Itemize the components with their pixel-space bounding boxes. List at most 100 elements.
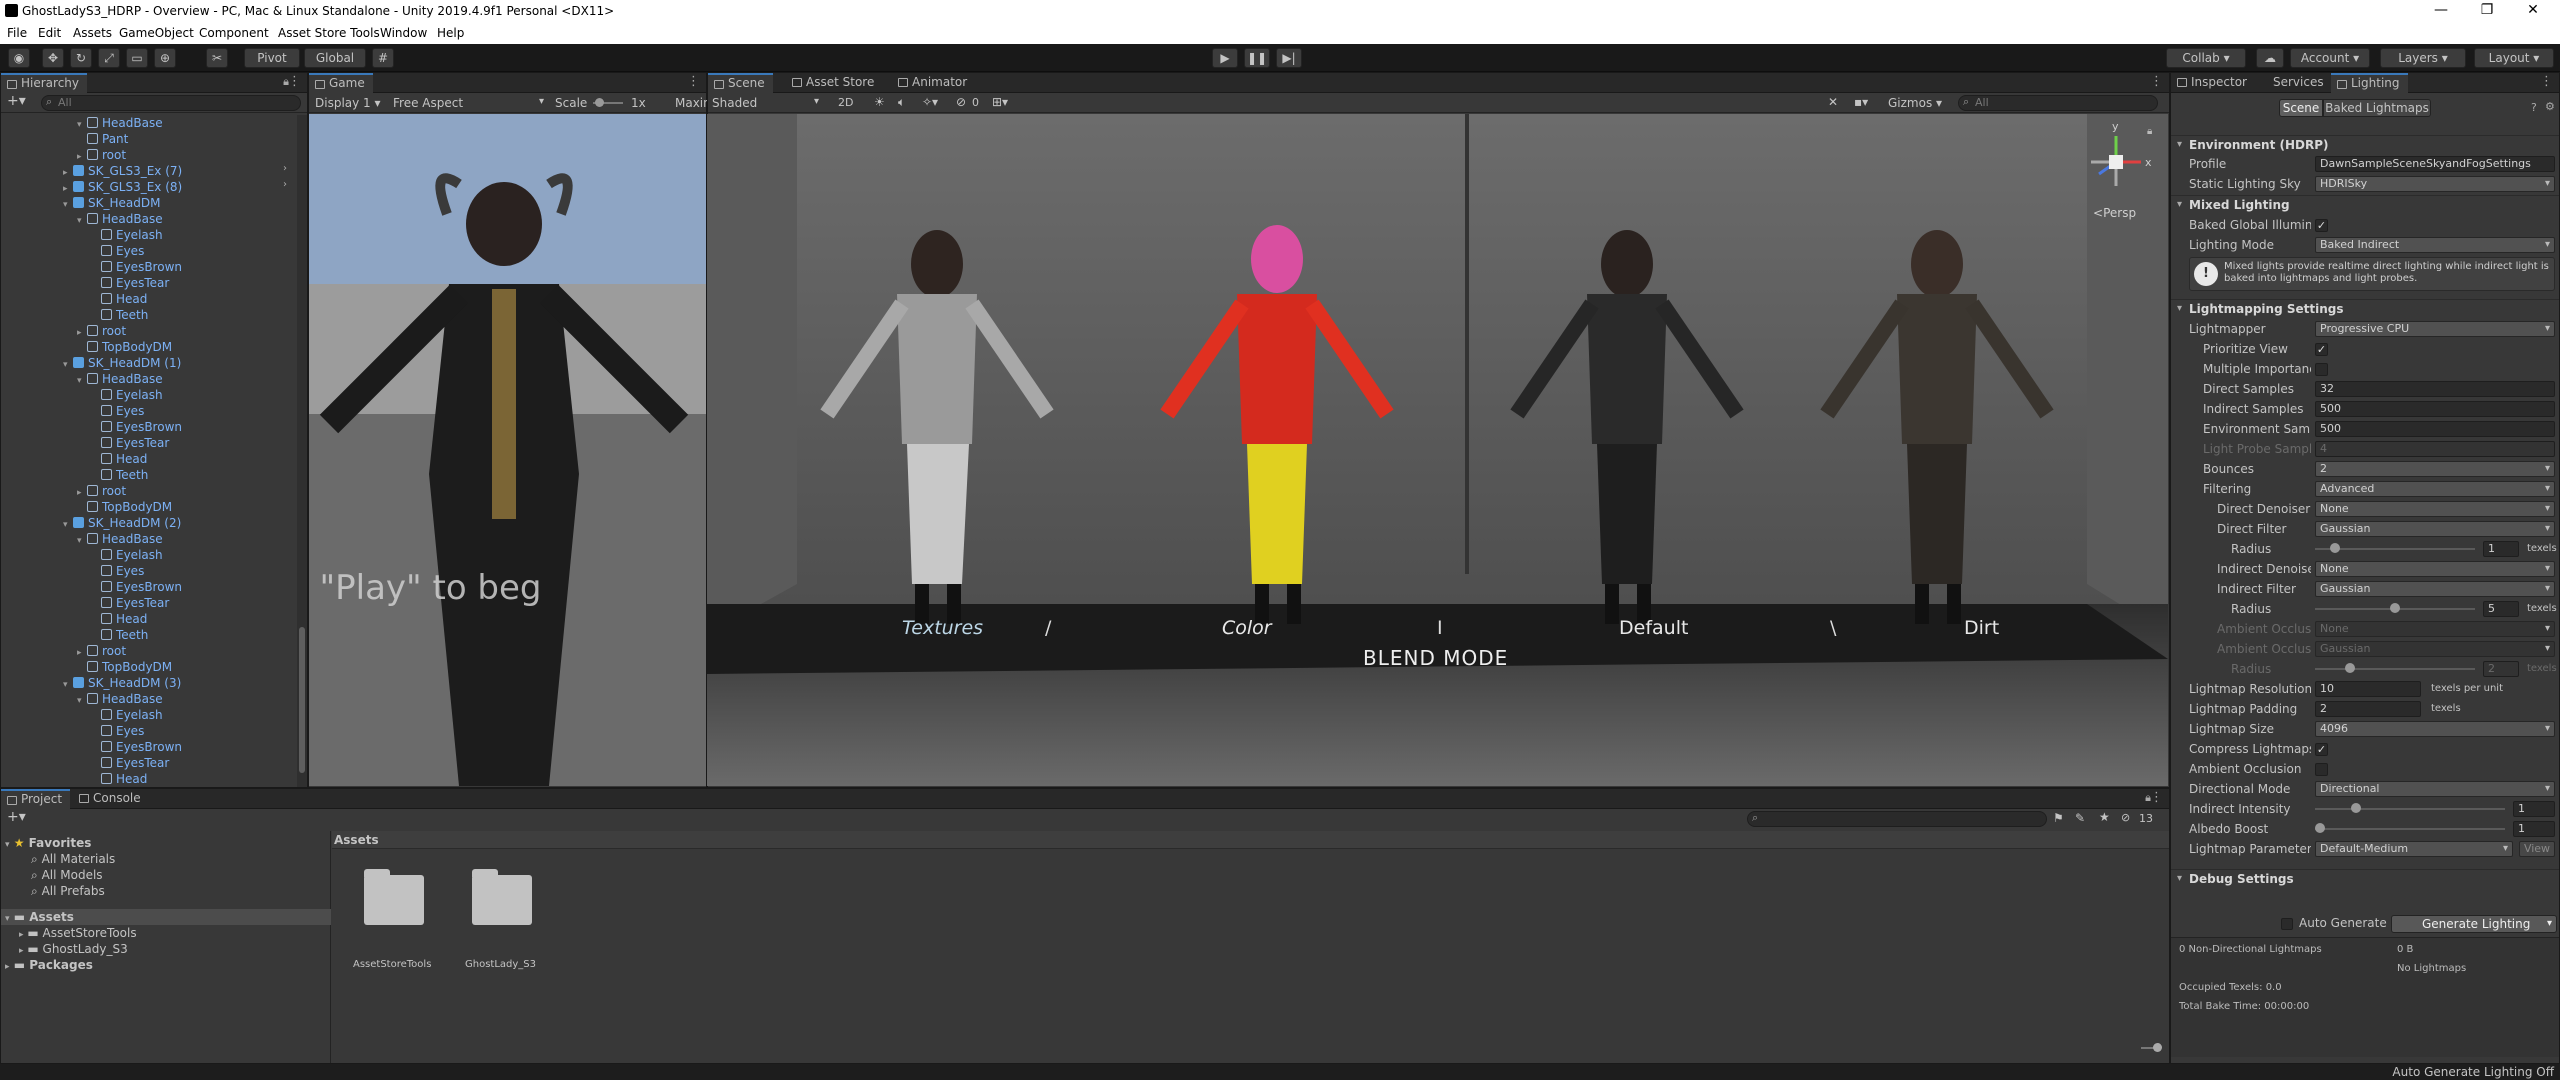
shading-chevron-icon[interactable]: ▾ <box>814 96 819 107</box>
setting-dropdown[interactable]: 2 <box>2315 461 2555 477</box>
collab-dropdown[interactable]: Collab ▾ <box>2166 48 2246 68</box>
hierarchy-item[interactable]: EyesTear <box>91 755 169 771</box>
tab-project[interactable]: Project <box>1 789 71 809</box>
tab-animator[interactable]: Animator <box>892 73 975 93</box>
hierarchy-item[interactable]: ▸ SK_GLS3_Ex (7) <box>63 163 182 179</box>
pause-button[interactable]: ❚❚ <box>1244 48 1270 68</box>
hierarchy-search-input[interactable]: All <box>41 95 301 111</box>
favorite-all-models[interactable]: ⌕ All Models <box>31 867 103 883</box>
hierarchy-item[interactable]: EyesTear <box>91 275 169 291</box>
project-menu-icon[interactable]: ⋮ <box>2150 790 2163 805</box>
tab-console[interactable]: Console <box>73 789 149 809</box>
expanded-arrow-icon[interactable]: ▾ <box>77 373 87 389</box>
tree-asset-store-tools[interactable]: ▸ ▬ AssetStoreTools <box>19 925 137 941</box>
game-viewport[interactable]: k "Play" to beg <box>309 114 706 786</box>
hierarchy-item[interactable]: ▸ root <box>77 323 126 339</box>
setting-field[interactable]: 500 <box>2315 401 2555 417</box>
hierarchy-item[interactable]: ▸ root <box>77 483 126 499</box>
tab-asset-store[interactable]: Asset Store <box>786 73 882 93</box>
maximize-on-play[interactable]: Maxin <box>675 96 711 110</box>
generate-chevron-icon[interactable]: ▾ <box>2547 916 2552 932</box>
prefab-open-arrow-icon[interactable]: › <box>283 163 287 174</box>
assets-node[interactable]: ▾ ▬ Assets <box>1 909 331 925</box>
aspect-chevron-icon[interactable]: ▾ <box>539 96 544 107</box>
section-lightmapping[interactable]: Lightmapping Settings <box>2171 299 2559 318</box>
tree-ghostlady-s3[interactable]: ▸ ▬ GhostLady_S3 <box>19 941 128 957</box>
display-dropdown[interactable]: Display 1 ▾ <box>315 96 381 110</box>
hierarchy-item[interactable]: EyesBrown <box>91 259 182 275</box>
scale-slider-knob[interactable] <box>595 98 604 107</box>
setting-dropdown[interactable]: Gaussian <box>2315 581 2555 597</box>
hierarchy-item[interactable]: ▸ SK_GLS3_Ex (8) <box>63 179 182 195</box>
hierarchy-item[interactable]: EyesTear <box>91 595 169 611</box>
setting-slider[interactable] <box>2315 823 2505 833</box>
section-debug[interactable]: Debug Settings <box>2171 869 2559 888</box>
hierarchy-item[interactable]: Eyes <box>91 243 144 259</box>
hidden-objects-icon[interactable]: ⊘ <box>956 95 966 109</box>
view-parameters-button[interactable]: View <box>2519 841 2555 857</box>
asset-folder-ghostlady-s3[interactable] <box>465 867 539 929</box>
breadcrumb-assets[interactable]: Assets <box>334 833 379 847</box>
hierarchy-item[interactable]: TopBodyDM <box>77 339 172 355</box>
hierarchy-item[interactable]: Head <box>91 291 147 307</box>
hierarchy-item[interactable]: ▾ HeadBase <box>77 371 163 387</box>
favorite-all-prefabs[interactable]: ⌕ All Prefabs <box>31 883 105 899</box>
hierarchy-item[interactable]: Eyes <box>91 403 144 419</box>
tab-hierarchy[interactable]: Hierarchy <box>1 73 88 93</box>
expanded-arrow-icon[interactable]: ▾ <box>63 357 73 373</box>
setting-field[interactable]: 500 <box>2315 421 2555 437</box>
hierarchy-item[interactable]: Eyes <box>91 723 144 739</box>
persp-label[interactable]: <Persp <box>2093 206 2136 220</box>
global-toggle[interactable]: Global <box>304 48 366 68</box>
setting-checkbox[interactable] <box>2315 763 2328 776</box>
setting-dropdown[interactable]: Progressive CPU <box>2315 321 2555 337</box>
project-breadcrumb[interactable]: Assets <box>332 831 2169 849</box>
setting-slider-knob[interactable] <box>2330 543 2340 553</box>
hierarchy-item[interactable]: ▾ SK_HeadDM (1) <box>63 355 181 371</box>
custom-tool-icon[interactable]: ✂ <box>206 48 228 68</box>
pivot-toggle[interactable]: Pivot <box>244 48 300 68</box>
hierarchy-item[interactable]: ▾ HeadBase <box>77 531 163 547</box>
setting-checkbox[interactable]: ✓ <box>2315 743 2328 756</box>
hierarchy-item[interactable]: TopBodyDM <box>77 499 172 515</box>
tab-lighting[interactable]: Lighting <box>2331 73 2408 93</box>
menu-edit[interactable]: Edit <box>38 26 61 40</box>
grid-snap-icon[interactable]: # <box>372 48 394 68</box>
expanded-arrow-icon[interactable]: ▾ <box>63 677 73 693</box>
expanded-arrow-icon[interactable]: ▾ <box>77 533 87 549</box>
prefab-open-arrow-icon[interactable]: › <box>283 179 287 190</box>
static-sky-dropdown[interactable]: HDRISky <box>2315 176 2555 192</box>
subtab-scene[interactable]: Scene <box>2279 99 2323 117</box>
packages-node[interactable]: ▸ ▬ Packages <box>5 957 93 973</box>
icon-size-knob[interactable] <box>2153 1043 2162 1052</box>
menu-window[interactable]: Window <box>380 26 427 40</box>
menu-file[interactable]: File <box>7 26 27 40</box>
hierarchy-item[interactable]: ▾ SK_HeadDM (2) <box>63 515 181 531</box>
setting-dropdown[interactable]: Advanced <box>2315 481 2555 497</box>
setting-dropdown[interactable]: None <box>2315 561 2555 577</box>
hierarchy-item[interactable]: ▾ HeadBase <box>77 115 163 131</box>
setting-slider-knob[interactable] <box>2390 603 2400 613</box>
hierarchy-item[interactable]: Eyelash <box>91 227 163 243</box>
favorite-all-materials[interactable]: ⌕ All Materials <box>31 851 115 867</box>
account-dropdown[interactable]: Account ▾ <box>2290 48 2370 68</box>
tools-icon[interactable]: ✕ <box>1828 95 1838 109</box>
audio-toggle-icon[interactable]: 🔈︎ <box>898 95 905 110</box>
expanded-arrow-icon[interactable]: ▾ <box>63 517 73 533</box>
effects-toggle-icon[interactable]: ✧▾ <box>922 95 938 109</box>
scale-tool-icon[interactable]: ⤢ <box>98 48 120 68</box>
setting-field[interactable]: 10 <box>2315 681 2421 697</box>
step-button[interactable]: ▶| <box>1276 48 1302 68</box>
baked-gi-checkbox[interactable]: ✓ <box>2315 219 2328 232</box>
layers-dropdown[interactable]: Layers ▾ <box>2380 48 2466 68</box>
setting-dropdown[interactable]: Directional <box>2315 781 2555 797</box>
scene-menu-icon[interactable]: ⋮ <box>2150 74 2163 89</box>
hierarchy-item[interactable]: EyesBrown <box>91 739 182 755</box>
hierarchy-item[interactable]: Eyes <box>91 563 144 579</box>
aspect-dropdown[interactable]: Free Aspect <box>393 96 463 110</box>
menu-assets[interactable]: Assets <box>73 26 112 40</box>
tab-services[interactable]: Services <box>2263 73 2332 93</box>
generate-lighting-button[interactable]: Generate Lighting ▾ <box>2391 915 2557 933</box>
gizmo-lock-icon[interactable]: 🔒︎ <box>2147 126 2152 137</box>
setting-slider-value[interactable]: 1 <box>2483 541 2519 557</box>
